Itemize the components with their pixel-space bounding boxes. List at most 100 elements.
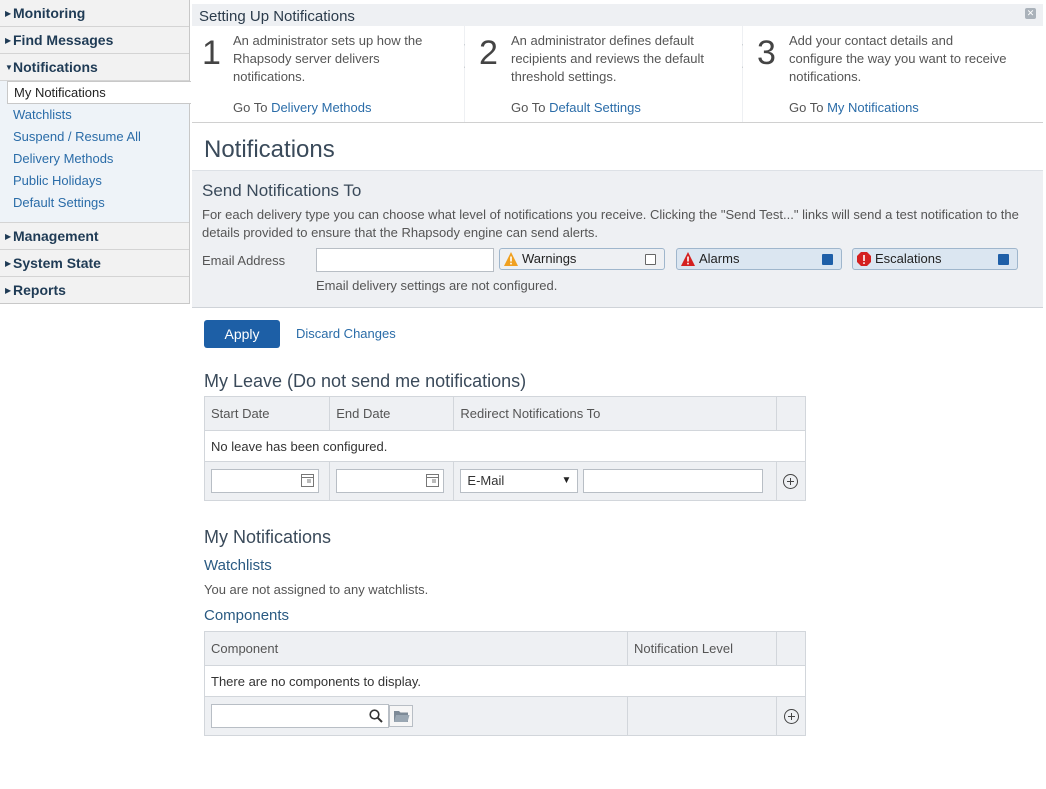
escalation-icon [857, 252, 871, 266]
page-title: Notifications [204, 136, 335, 163]
sidebar-item-suspend-resume[interactable]: Suspend / Resume All [0, 126, 189, 148]
step-number: 2 [479, 34, 498, 72]
redirect-type-select[interactable]: E-Mail ▼ [460, 469, 579, 493]
notifications-submenu: My Notifications Watchlists Suspend / Re… [0, 81, 191, 223]
send-notifications-title: Send Notifications To [202, 181, 362, 200]
sidebar-item-default-settings[interactable]: Default Settings [0, 192, 189, 214]
redirect-address-input[interactable] [583, 469, 764, 493]
component-search-cell [204, 696, 628, 736]
warnings-toggle[interactable]: Warnings [499, 248, 665, 270]
setup-step-2: 2 An administrator defines default recip… [465, 26, 742, 122]
add-cell [776, 696, 806, 736]
component-search-input[interactable] [211, 704, 389, 728]
column-header: End Date [329, 396, 455, 431]
nav-label: Find Messages [13, 32, 114, 48]
step-number: 3 [757, 34, 776, 72]
my-notifications-title: My Notifications [204, 527, 332, 547]
leave-table: Start Date End Date Redirect Notificatio… [203, 396, 807, 501]
notification-level-cell [627, 696, 777, 736]
step-number: 1 [202, 34, 221, 72]
browse-folder-button[interactable] [389, 705, 413, 727]
step-description: An administrator defines default recipie… [511, 33, 704, 84]
add-leave-icon[interactable] [783, 473, 799, 489]
setup-step-1: 1 An administrator sets up how the Rhaps… [192, 26, 464, 122]
calendar-icon[interactable] [426, 474, 440, 487]
goto-prefix: Go To [511, 100, 550, 115]
collapse-arrow-icon: ▼ [5, 63, 13, 72]
alarms-toggle[interactable]: Alarms [676, 248, 842, 270]
my-leave-title: My Leave (Do not send me notifications) [204, 371, 527, 391]
setup-banner: Setting Up Notifications ✕ 1 An administ… [192, 4, 1043, 123]
folder-icon [394, 711, 410, 722]
expand-arrow-icon: ▶ [5, 36, 12, 45]
step-description: Add your contact details and configure t… [789, 33, 1007, 84]
column-header: Notification Level [627, 631, 777, 666]
column-header: Redirect Notifications To [453, 396, 777, 431]
expand-arrow-icon: ▶ [5, 259, 12, 268]
nav-label: Monitoring [13, 5, 86, 21]
sidebar-item-delivery-methods[interactable]: Delivery Methods [0, 148, 189, 170]
components-table: Component Notification Level There are n… [204, 631, 806, 736]
warnings-checkbox[interactable] [645, 254, 656, 265]
start-date-cell [203, 461, 331, 501]
setup-title: Setting Up Notifications [199, 8, 355, 25]
watchlists-title: Watchlists [204, 557, 272, 574]
nav-label: Notifications [13, 59, 98, 75]
escalations-label: Escalations [875, 251, 942, 266]
warning-icon [504, 252, 518, 266]
sidebar-item-public-holidays[interactable]: Public Holidays [0, 170, 189, 192]
nav-label: Management [13, 228, 99, 244]
goto-prefix: Go To [789, 100, 828, 115]
nav-label: Reports [13, 282, 66, 298]
search-icon[interactable] [369, 709, 383, 723]
chevron-down-icon: ▼ [561, 475, 572, 486]
link-default-settings[interactable]: Default Settings [549, 100, 641, 115]
alarms-label: Alarms [699, 251, 740, 266]
add-component-icon[interactable] [783, 708, 799, 724]
warnings-label: Warnings [522, 251, 577, 266]
expand-arrow-icon: ▶ [5, 286, 12, 295]
setup-step-3: 3 Add your contact details and configure… [743, 26, 1043, 122]
send-notifications-panel: Send Notifications To For each delivery … [192, 170, 1043, 308]
nav-notifications[interactable]: ▼Notifications [0, 54, 189, 81]
components-title: Components [204, 607, 290, 624]
email-delivery-note: Email delivery settings are not configur… [316, 278, 558, 293]
discard-changes-link[interactable]: Discard Changes [296, 326, 396, 341]
add-cell [775, 461, 807, 501]
step-goto: Go To My Notifications [789, 100, 919, 115]
step-goto: Go To Delivery Methods [233, 100, 372, 115]
alarms-checkbox[interactable] [822, 254, 833, 265]
step-goto: Go To Default Settings [511, 100, 641, 115]
email-label: Email Address [202, 253, 286, 268]
nav-management[interactable]: ▶ Management [0, 223, 189, 250]
apply-button[interactable]: Apply [204, 320, 280, 348]
nav-monitoring[interactable]: ▶ Monitoring [0, 0, 189, 27]
nav-reports[interactable]: ▶ Reports [0, 277, 189, 303]
expand-arrow-icon: ▶ [5, 9, 12, 18]
nav-label: System State [13, 255, 101, 271]
close-icon[interactable]: ✕ [1025, 8, 1036, 19]
start-date-input[interactable] [211, 469, 319, 493]
nav-system-state[interactable]: ▶ System State [0, 250, 189, 277]
column-header: Start Date [203, 396, 331, 431]
expand-arrow-icon: ▶ [5, 232, 12, 241]
end-date-cell [329, 461, 455, 501]
column-header-actions [776, 631, 806, 666]
sidebar: ▶ Monitoring ▶ Find Messages ▼Notification… [0, 0, 191, 304]
end-date-input[interactable] [336, 469, 445, 493]
calendar-icon[interactable] [301, 474, 314, 487]
sidebar-item-my-notifications[interactable]: My Notifications [7, 81, 191, 104]
email-field[interactable] [316, 248, 494, 272]
link-delivery-methods[interactable]: Delivery Methods [271, 100, 371, 115]
step-description: An administrator sets up how the Rhapsod… [233, 33, 423, 84]
sidebar-item-watchlists[interactable]: Watchlists [0, 104, 189, 126]
escalations-toggle[interactable]: Escalations [852, 248, 1018, 270]
link-my-notifications[interactable]: My Notifications [827, 100, 919, 115]
goto-prefix: Go To [233, 100, 272, 115]
escalations-checkbox[interactable] [998, 254, 1009, 265]
redirect-selected: E-Mail [467, 473, 505, 488]
components-empty-message: There are no components to display. [204, 665, 806, 697]
nav-find-messages[interactable]: ▶ Find Messages [0, 27, 189, 54]
leave-empty-message: No leave has been configured. [204, 430, 806, 462]
watchlists-empty-message: You are not assigned to any watchlists. [204, 582, 429, 597]
